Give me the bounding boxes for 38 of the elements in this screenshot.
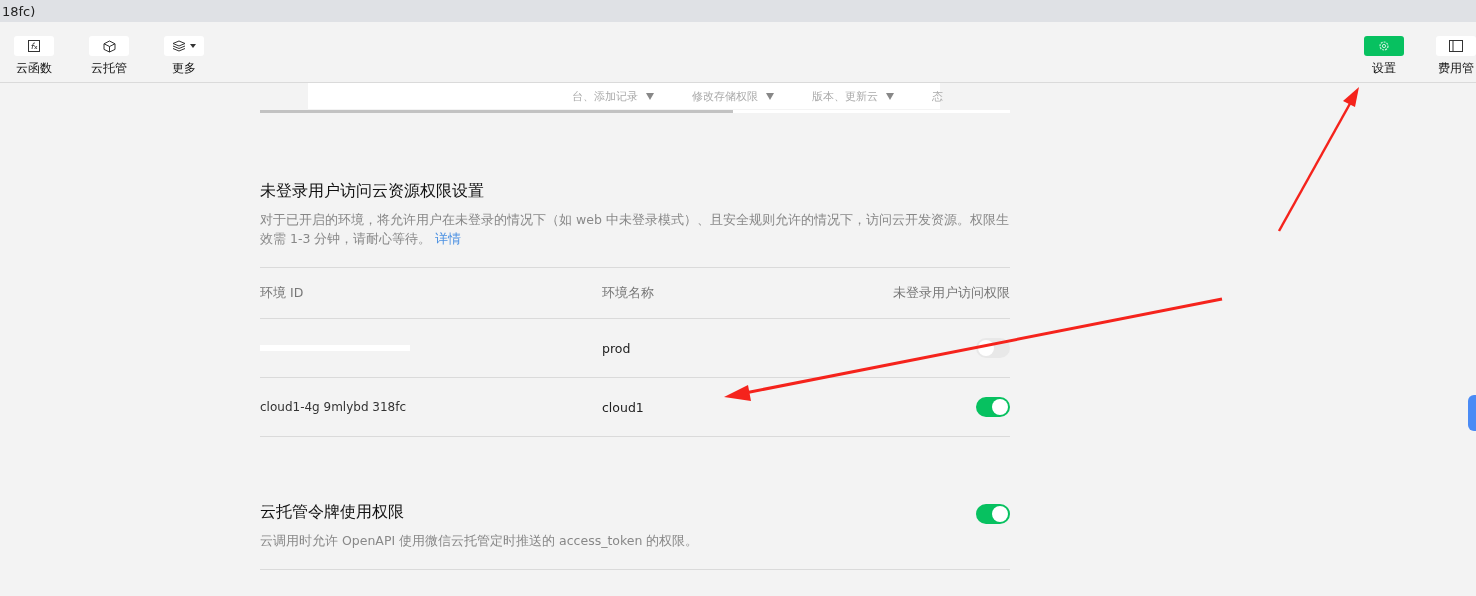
- column-header: 环境 ID: [260, 284, 305, 302]
- caret-icon: [190, 44, 196, 48]
- section-description: 云调用时允许 OpenAPI 使用微信云托管定时推送的 access_token 的权限。: [260, 532, 699, 550]
- toolbar-label: 设置: [1372, 60, 1396, 77]
- toolbar-label: 云函数: [16, 60, 52, 77]
- settings-icon: [1378, 40, 1390, 52]
- filter-icon: [766, 92, 774, 100]
- column-header: 态: [932, 88, 943, 104]
- function-icon: [28, 40, 40, 52]
- toolbar-button[interactable]: [89, 36, 129, 56]
- column-header: 版本、更新云: [812, 88, 894, 104]
- filter-icon: [646, 92, 654, 100]
- toolbar-label: 费用管: [1438, 60, 1474, 77]
- layers-icon: [172, 40, 186, 52]
- toggle-switch[interactable]: [976, 397, 1010, 417]
- window-title: 18fc): [2, 3, 36, 19]
- column-header: 未登录用户访问权限: [893, 284, 1010, 302]
- toolbar-button[interactable]: [1436, 36, 1476, 56]
- table-cell: cloud1-4g 9mlybd 318fc: [260, 400, 407, 414]
- toolbar-button[interactable]: [164, 36, 204, 56]
- table-cell-text: cloud1: [602, 399, 645, 415]
- scrollbar[interactable]: [260, 110, 1010, 113]
- section-title: 未登录用户访问云资源权限设置: [260, 181, 485, 202]
- table-cell-text: prod: [602, 340, 632, 356]
- panel-icon: [1449, 40, 1463, 52]
- section-description: 对于已开启的环境，将允许用户在未登录的情况下（如 web 中未登录模式）、且安全规则允许的情况下，访问云开发资源。权限生效需 1-3 分钟，请耐心等待。 详情: [260, 211, 1010, 248]
- section-title: 云托管令牌使用权限: [260, 502, 405, 523]
- toolbar-label: 云托管: [91, 60, 127, 77]
- column-header: 修改存储权限: [692, 88, 774, 104]
- toolbar-button[interactable]: [14, 36, 54, 56]
- details-link[interactable]: 详情: [435, 231, 462, 246]
- filter-icon: [886, 92, 894, 100]
- column-header: 环境名称: [602, 284, 655, 302]
- toolbar-label: 更多: [172, 60, 196, 77]
- toggle-switch[interactable]: [976, 504, 1010, 524]
- scrollbar-thumb[interactable]: [260, 110, 733, 113]
- column-header: 台、添加记录: [572, 88, 654, 104]
- cube-icon: [102, 39, 116, 53]
